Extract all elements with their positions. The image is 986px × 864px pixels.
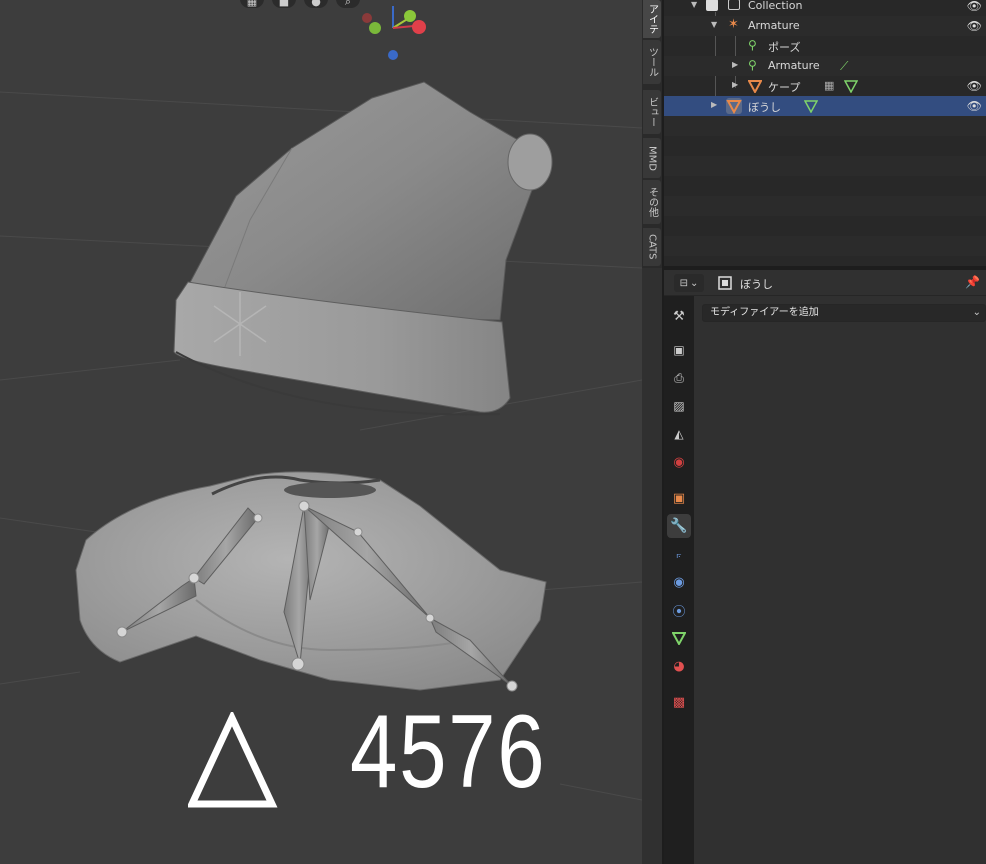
grid-icon[interactable]: ▦ bbox=[240, 0, 264, 8]
particles-icon: ⟔ bbox=[676, 546, 682, 561]
texture-icon: ▩ bbox=[672, 694, 686, 710]
add-modifier-label: モディファイアーを追加 bbox=[710, 307, 819, 318]
physics-icon: ◉ bbox=[673, 574, 685, 590]
object-icon bbox=[718, 276, 732, 290]
outliner-row-armature-data[interactable]: ▶ ⚲ Armature ⟋ bbox=[664, 56, 986, 76]
3d-viewport[interactable]: ▦ ■ ● ⌕ 4576 bbox=[0, 0, 642, 864]
triangle-count-label: 4576 bbox=[350, 694, 547, 810]
outliner-label: ぼうし bbox=[748, 101, 781, 114]
bone-icon: ⟋ bbox=[840, 59, 849, 73]
properties-editor-icon: ⊟ bbox=[679, 277, 688, 289]
material-icon: ◕ bbox=[673, 658, 685, 674]
modifier-panel: モディファイアーを追加 ⌄ bbox=[694, 296, 986, 864]
triangle-icon bbox=[188, 712, 278, 808]
sidebar-tabs: アイテ ツール ビュー MMD その他 CATS bbox=[642, 0, 662, 268]
collapse-arrow-icon[interactable]: ▼ bbox=[691, 0, 697, 9]
navigation-gizmo bbox=[362, 6, 426, 60]
modifier-icon: ▦ bbox=[824, 79, 835, 92]
tab-cats[interactable]: CATS bbox=[643, 228, 661, 266]
armature-data-icon: ⚲ bbox=[748, 58, 757, 72]
world-icon: ◉ bbox=[673, 454, 685, 470]
eye-icon[interactable]: 👁 bbox=[967, 19, 982, 33]
outliner-label: ポーズ bbox=[768, 41, 801, 54]
expand-arrow-icon[interactable]: ▶ bbox=[732, 60, 738, 69]
tab-misc[interactable]: その他 bbox=[643, 180, 661, 224]
outliner-row-armature[interactable]: ▼ ✶ Armature 👁 bbox=[664, 16, 986, 36]
zoom-icon[interactable]: ⌕ bbox=[336, 0, 360, 8]
outliner-row-cape[interactable]: ▶ ケープ ▦ 👁 bbox=[664, 76, 986, 96]
editor-type-button[interactable]: ⊟ ⌄ bbox=[674, 274, 704, 292]
outliner-label: Armature bbox=[748, 19, 800, 32]
world-tab[interactable]: ◉ bbox=[667, 450, 691, 474]
expand-arrow-icon[interactable]: ▶ bbox=[732, 80, 738, 89]
outliner-label: Collection bbox=[748, 0, 803, 12]
data-tab[interactable] bbox=[667, 626, 691, 650]
outliner-label: Armature bbox=[768, 59, 820, 72]
chevron-down-icon: ⌄ bbox=[972, 307, 981, 318]
mesh-icon bbox=[748, 80, 762, 93]
object-icon: ▣ bbox=[672, 490, 686, 506]
hand-icon[interactable]: ● bbox=[304, 0, 328, 8]
mesh-data-icon bbox=[844, 80, 858, 93]
pose-icon: ⚲ bbox=[748, 38, 757, 52]
collapse-arrow-icon[interactable]: ▼ bbox=[711, 20, 717, 29]
scene-icon: ◭ bbox=[674, 427, 684, 441]
material-tab[interactable]: ◕ bbox=[667, 654, 691, 678]
modifier-tab[interactable]: 🔧 bbox=[667, 514, 691, 538]
expand-arrow-icon[interactable]: ▶ bbox=[711, 100, 717, 109]
render-icon: ▣ bbox=[673, 343, 685, 357]
image-icon: ▨ bbox=[673, 399, 685, 413]
mesh-data-icon bbox=[672, 632, 686, 645]
outliner[interactable]: ▼ Collection 👁 ▼ ✶ Armature 👁 ⚲ ポーズ ▶ ⚲ … bbox=[664, 0, 986, 266]
properties-tabs: ⚒ ▣ ⎙ ▨ ◭ ◉ ▣ 🔧 ⟔ ◉ ⦿ ◕ ▩ bbox=[664, 296, 694, 864]
object-tab[interactable]: ▣ bbox=[667, 486, 691, 510]
constraint-icon: ⦿ bbox=[672, 604, 686, 620]
wrench-icon: 🔧 bbox=[670, 518, 688, 534]
outliner-row-hat[interactable]: ▶ ぼうし 👁 bbox=[664, 96, 986, 116]
checkbox-icon[interactable] bbox=[706, 0, 718, 11]
constraints-tab[interactable]: ⦿ bbox=[667, 598, 691, 622]
tab-mmd[interactable]: MMD bbox=[643, 138, 661, 178]
viewport-nav-icons: ▦ ■ ● ⌕ bbox=[240, 0, 360, 8]
eye-icon[interactable]: 👁 bbox=[967, 99, 982, 113]
output-tab[interactable]: ⎙ bbox=[667, 366, 691, 390]
outliner-row-pose[interactable]: ⚲ ポーズ bbox=[664, 36, 986, 56]
tab-tool[interactable]: ツール bbox=[643, 40, 661, 84]
outliner-label: ケープ bbox=[768, 81, 801, 94]
tab-view[interactable]: ビュー bbox=[643, 90, 661, 134]
object-name: ぼうし bbox=[740, 278, 773, 291]
tool-tab[interactable]: ⚒ bbox=[667, 304, 691, 328]
particles-tab[interactable]: ⟔ bbox=[667, 542, 691, 566]
armature-icon: ✶ bbox=[728, 17, 739, 32]
texture-tab[interactable]: ▩ bbox=[667, 690, 691, 714]
physics-tab[interactable]: ◉ bbox=[667, 570, 691, 594]
mesh-icon bbox=[726, 98, 742, 114]
eye-icon[interactable]: 👁 bbox=[967, 79, 982, 93]
render-tab[interactable]: ▣ bbox=[667, 338, 691, 362]
tab-item[interactable]: アイテ bbox=[643, 0, 661, 38]
blender-window: ▦ ■ ● ⌕ 4576 アイテ ツール ビュー MMD その他 CATS ▼ … bbox=[0, 0, 986, 864]
tool-icon: ⚒ bbox=[673, 308, 685, 324]
chevron-down-icon: ⌄ bbox=[690, 277, 699, 289]
eye-icon[interactable]: 👁 bbox=[967, 0, 982, 13]
properties-header: ⊟ ⌄ ぼうし 📌 bbox=[664, 270, 986, 296]
add-modifier-dropdown[interactable]: モディファイアーを追加 ⌄ bbox=[702, 304, 986, 322]
scene-tab[interactable]: ◭ bbox=[667, 422, 691, 446]
output-icon: ⎙ bbox=[674, 370, 684, 385]
mesh-data-icon bbox=[804, 100, 818, 113]
pin-icon[interactable]: 📌 bbox=[965, 275, 980, 289]
view-layer-tab[interactable]: ▨ bbox=[667, 394, 691, 418]
camera-icon[interactable]: ■ bbox=[272, 0, 296, 8]
outliner-row-collection[interactable]: ▼ Collection 👁 bbox=[664, 0, 986, 16]
collection-icon bbox=[728, 0, 740, 10]
